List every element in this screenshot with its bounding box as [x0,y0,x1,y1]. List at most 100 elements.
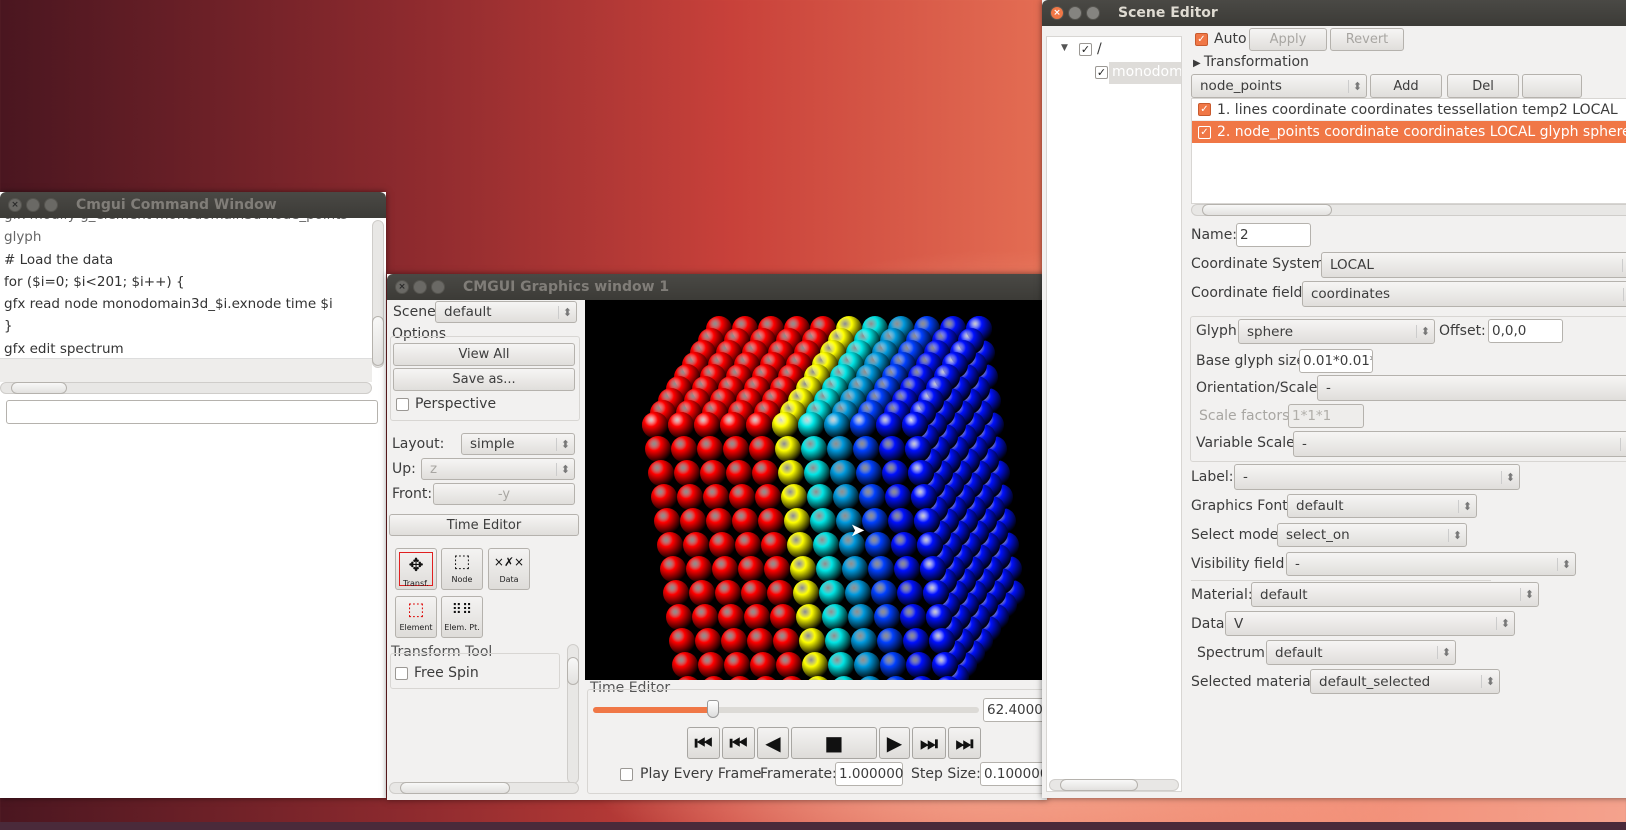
play-backward-button[interactable]: ◀ [757,727,789,759]
scroll-thumb[interactable] [11,382,67,394]
sphere-glyph [905,436,931,462]
step-size-input[interactable]: 0.100000 [980,762,1050,786]
minimize-icon[interactable] [26,198,40,212]
selected-material-select[interactable]: default_selected [1310,669,1500,694]
time-editor-button[interactable]: Time Editor [389,514,579,536]
framerate-input[interactable]: 1.000000 [835,762,903,786]
graphics-item-checkbox[interactable]: ✓ [1198,103,1211,116]
minimize-icon[interactable] [413,280,427,294]
save-as-button[interactable]: Save as... [393,368,575,391]
tree-child-checkbox[interactable]: ✓ [1095,66,1108,79]
maximize-icon[interactable] [431,280,445,294]
graphics-list-item[interactable]: ✓ 1. lines coordinate coordinates tessel… [1192,99,1626,121]
element-point-icon: ⠿⠿ [451,602,473,618]
tree-root-label[interactable]: / [1097,41,1102,57]
scene-select[interactable]: default [435,301,577,323]
variable-scale-value: - [1302,436,1307,452]
command-window-titlebar[interactable]: × Cmgui Command Window [0,192,386,218]
material-select[interactable]: default [1251,582,1539,607]
perspective-checkbox[interactable] [396,398,409,411]
history-horizontal-scrollbar[interactable] [0,382,372,394]
graphics-item-checkbox[interactable]: ✓ [1198,125,1211,139]
layout-select[interactable]: simple [461,433,575,455]
del-button[interactable]: Del [1447,74,1519,98]
graphics-font-select[interactable]: default [1287,494,1477,518]
graphic-type-select[interactable]: node_points [1191,74,1367,98]
close-icon[interactable]: × [8,198,22,212]
coord-field-select[interactable]: coordinates [1302,281,1626,307]
select-mode-select[interactable]: select_on [1277,523,1467,547]
up-select: z [421,458,575,480]
sphere-glyph [703,484,729,510]
graphics-list-item-selected[interactable]: ✓ 2. node_points coordinate coordinates … [1192,121,1626,143]
tool-node[interactable]: ⬚ Node [441,548,483,590]
close-icon[interactable]: × [1050,6,1064,20]
data-select[interactable]: V [1225,611,1515,636]
visibility-field-select[interactable]: - [1286,552,1576,576]
scroll-thumb[interactable] [372,316,384,366]
free-spin-checkbox[interactable] [395,667,408,680]
scroll-thumb[interactable] [1060,779,1138,791]
maximize-icon[interactable] [1086,6,1100,20]
graphics-list-hscrollbar[interactable] [1191,204,1626,216]
scene-editor-titlebar[interactable]: × Scene Editor [1042,0,1626,26]
graphics-list[interactable]: ✓ 1. lines coordinate coordinates tessel… [1191,98,1626,204]
graphics-item-text: 2. node_points coordinate coordinates LO… [1217,124,1626,140]
scroll-thumb[interactable] [567,657,579,685]
variable-scale-select[interactable]: - [1293,431,1626,457]
apply-button[interactable]: Apply [1249,28,1327,51]
sphere-glyph [798,412,824,438]
base-glyph-size-input[interactable]: 0.01*0.01*0.01 [1299,349,1373,373]
sphere-glyph [824,412,850,438]
add-button[interactable]: Add [1370,74,1442,98]
tool-element-point[interactable]: ⠿⠿ Elem. Pt. [441,596,483,638]
tool-element[interactable]: ⬚ Element [395,596,437,638]
sphere-glyph [825,628,851,654]
play-forward-button[interactable]: ▶ [879,727,910,759]
coord-system-select[interactable]: LOCAL [1321,252,1626,278]
sphere-glyph [672,652,698,678]
view-all-button[interactable]: View All [393,343,575,366]
tree-child-selected[interactable]: monodomain3d [1109,62,1181,84]
tool-transform[interactable]: ✥ Transf. [395,548,437,590]
scroll-thumb[interactable] [400,782,510,794]
time-slider-handle[interactable] [706,700,719,718]
play-every-frame-checkbox[interactable] [620,768,633,781]
step-back-button[interactable]: ⏮ [722,727,755,759]
auto-checkbox[interactable]: ✓ [1195,33,1208,46]
tree-root-checkbox[interactable]: ✓ [1079,43,1092,56]
3d-viewport[interactable]: ➤ [585,300,1047,680]
close-icon[interactable]: × [395,280,409,294]
step-forward-button[interactable]: ⏭ [912,727,946,759]
time-slider[interactable] [593,700,979,718]
left-panel-hscrollbar[interactable] [389,782,579,794]
orientation-scale-select[interactable]: - [1317,375,1626,401]
maximize-icon[interactable] [44,198,58,212]
history-vertical-scrollbar[interactable] [372,220,384,368]
revert-button[interactable]: Revert [1330,28,1404,51]
stop-button[interactable]: ■ [791,727,877,759]
transformation-expander[interactable]: ▶ Transformation [1193,54,1309,70]
command-history[interactable]: gfx modify g_element monodomain3d node_p… [0,218,372,358]
command-input[interactable] [6,400,378,424]
skip-to-start-button[interactable]: ⏮ [687,727,720,759]
spectrum-select[interactable]: default [1266,640,1456,665]
scene-tree[interactable]: ▼ ✓ / ✓ monodomain3d [1046,36,1182,792]
scroll-thumb[interactable] [1202,204,1332,216]
label-select[interactable]: - [1234,464,1520,490]
extra-button[interactable] [1522,74,1582,98]
graphics-window-titlebar[interactable]: × CMGUI Graphics window 1 [387,274,1047,300]
offset-input[interactable]: 0,0,0 [1488,319,1563,343]
tool-data[interactable]: ×✗× Data [488,548,530,590]
tree-hscrollbar[interactable] [1049,779,1179,791]
minimize-icon[interactable] [1068,6,1082,20]
sphere-glyph [666,604,692,630]
expand-arrow-icon[interactable]: ▼ [1061,43,1068,53]
tool-label: Transf. [403,579,429,588]
skip-to-end-button[interactable]: ⏭ [948,727,981,759]
glyph-select[interactable]: sphere [1238,319,1435,344]
name-input[interactable]: 2 [1236,223,1311,247]
left-panel-scrollbar[interactable] [567,644,579,784]
sphere-glyph [856,460,882,486]
transformation-label: Transformation [1203,54,1309,70]
